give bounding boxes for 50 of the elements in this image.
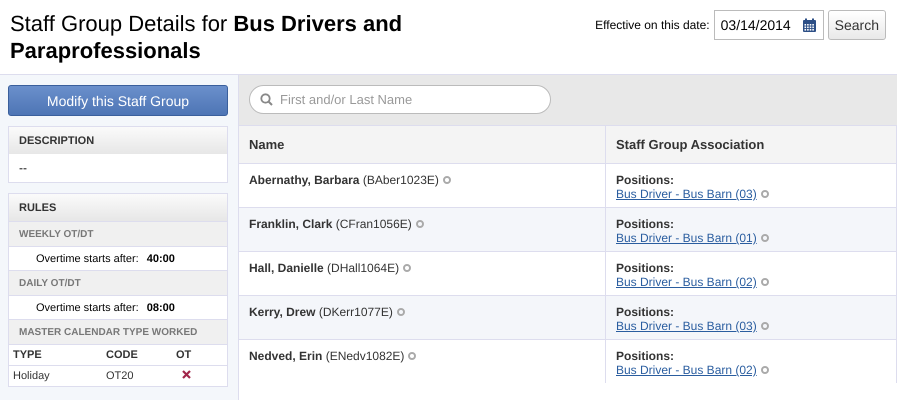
status-dot-icon (408, 352, 416, 360)
positions-label: Positions: (616, 217, 676, 231)
column-header[interactable]: Staff Group Association (606, 125, 897, 163)
column-header: TYPE (9, 344, 102, 365)
position-link[interactable]: Bus Driver - Bus Barn (03) (616, 187, 757, 201)
search-button[interactable]: Search (828, 10, 886, 40)
staff-name: Hall, Danielle (DHall1064E) (249, 261, 400, 275)
rule-label: Overtime starts after: (36, 252, 139, 264)
position-link[interactable]: Bus Driver - Bus Barn (02) (616, 363, 757, 377)
column-header[interactable]: Name (239, 125, 606, 163)
status-dot-icon (416, 220, 424, 228)
panel-heading: DESCRIPTION (9, 127, 227, 154)
status-dot-icon (760, 366, 769, 374)
panel-heading: RULES (9, 194, 227, 221)
status-dot-icon (760, 234, 769, 242)
positions-label: Positions: (616, 349, 676, 363)
column-header: CODE (102, 344, 172, 365)
description-text: -- (18, 160, 28, 177)
rule-value: 08:00 (146, 302, 175, 314)
positions-label: Positions: (616, 173, 676, 187)
position-link[interactable]: Bus Driver - Bus Barn (02) (616, 275, 757, 289)
search-field[interactable]: First and/or Last Name (249, 85, 551, 114)
status-dot-icon (396, 308, 405, 316)
date-label: Effective on this date: (595, 18, 710, 32)
rule-label: Overtime starts after: (36, 302, 139, 314)
staff-name: Kerry, Drew (DKerr1077E) (249, 305, 393, 319)
rule-value: 40:00 (146, 252, 175, 264)
calendar-icon[interactable] (802, 18, 817, 32)
search-icon (260, 93, 273, 106)
status-dot-icon (442, 176, 451, 184)
positions-label: Positions: (616, 305, 676, 319)
table-cell: OT20 (102, 365, 172, 386)
section-heading: MASTER CALENDAR TYPE WORKED (9, 319, 227, 344)
staff-name: Abernathy, Barbara (BAber1023E) (249, 173, 439, 187)
status-dot-icon (760, 190, 769, 198)
status-dot-icon (403, 264, 412, 272)
modify-button[interactable]: Modify this Staff Group (8, 85, 228, 116)
column-header: OT (172, 344, 227, 365)
page-title: Staff Group Details for Bus Drivers and Paraprofessionals (10, 10, 404, 64)
staff-name: Nedved, Erin (ENedv1082E) (249, 349, 404, 363)
status-dot-icon (760, 278, 769, 286)
position-link[interactable]: Bus Driver - Bus Barn (03) (616, 319, 757, 333)
section-heading: DAILY OT/DT (9, 270, 227, 295)
table-cell: Holiday (9, 365, 102, 386)
positions-label: Positions: (616, 261, 676, 275)
date-field[interactable]: 03/14/2014 (714, 10, 824, 40)
staff-name: Franklin, Clark (CFran1056E) (249, 217, 412, 231)
status-dot-icon (760, 322, 769, 330)
section-heading: WEEKLY OT/DT (9, 221, 227, 246)
position-link[interactable]: Bus Driver - Bus Barn (01) (616, 231, 757, 245)
